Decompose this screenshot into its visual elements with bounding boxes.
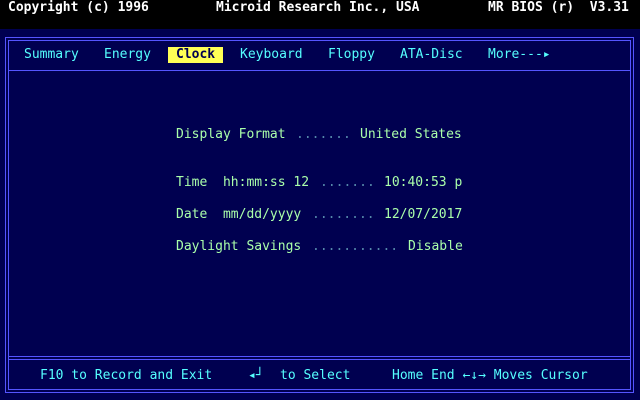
footer-divider-bottom <box>8 359 631 360</box>
menu-keyboard[interactable]: Keyboard <box>240 47 303 63</box>
daylight-savings-value[interactable]: Disable <box>408 239 463 255</box>
menu-divider <box>8 70 631 71</box>
display-format-dots: ....... <box>296 127 351 142</box>
enter-key-icon: ◂┘ <box>248 368 264 383</box>
footer-select: to Select <box>280 368 351 383</box>
menu-floppy[interactable]: Floppy <box>328 47 375 63</box>
time-dots: ....... <box>320 175 375 190</box>
menu-clock[interactable]: Clock <box>168 47 224 63</box>
daylight-savings-label: Daylight Savings <box>176 239 302 254</box>
daylight-savings-dots: ........... <box>312 239 399 254</box>
date-dots: ........ <box>312 207 375 222</box>
date-label: Date mm/dd/yyyy <box>176 207 302 222</box>
bios-version-text: MR BIOS (r) V3.31 <box>488 0 629 15</box>
date-value[interactable]: 12/07/2017 <box>384 207 462 223</box>
time-label: Time hh:mm:ss 12 <box>176 175 310 190</box>
menu-ata-disc[interactable]: ATA-Disc <box>400 47 463 63</box>
menu-summary[interactable]: Summary <box>24 47 79 63</box>
time-value[interactable]: 10:40:53 p <box>384 175 462 191</box>
company-text: Microid Research Inc., USA <box>216 0 420 15</box>
menu-energy[interactable]: Energy <box>104 47 151 63</box>
footer-divider-top <box>8 356 631 357</box>
menu-more[interactable]: More---▸ <box>488 47 551 63</box>
copyright-text: Copyright (c) 1996 <box>8 0 149 15</box>
display-format-value[interactable]: United States <box>360 127 462 143</box>
display-format-label: Display Format <box>176 127 286 142</box>
footer-move-cursor: Home End ←↓→ Moves Cursor <box>392 368 588 383</box>
title-bar: Copyright (c) 1996 Microid Research Inc.… <box>0 0 640 18</box>
footer-record-exit: F10 to Record and Exit <box>40 368 213 383</box>
